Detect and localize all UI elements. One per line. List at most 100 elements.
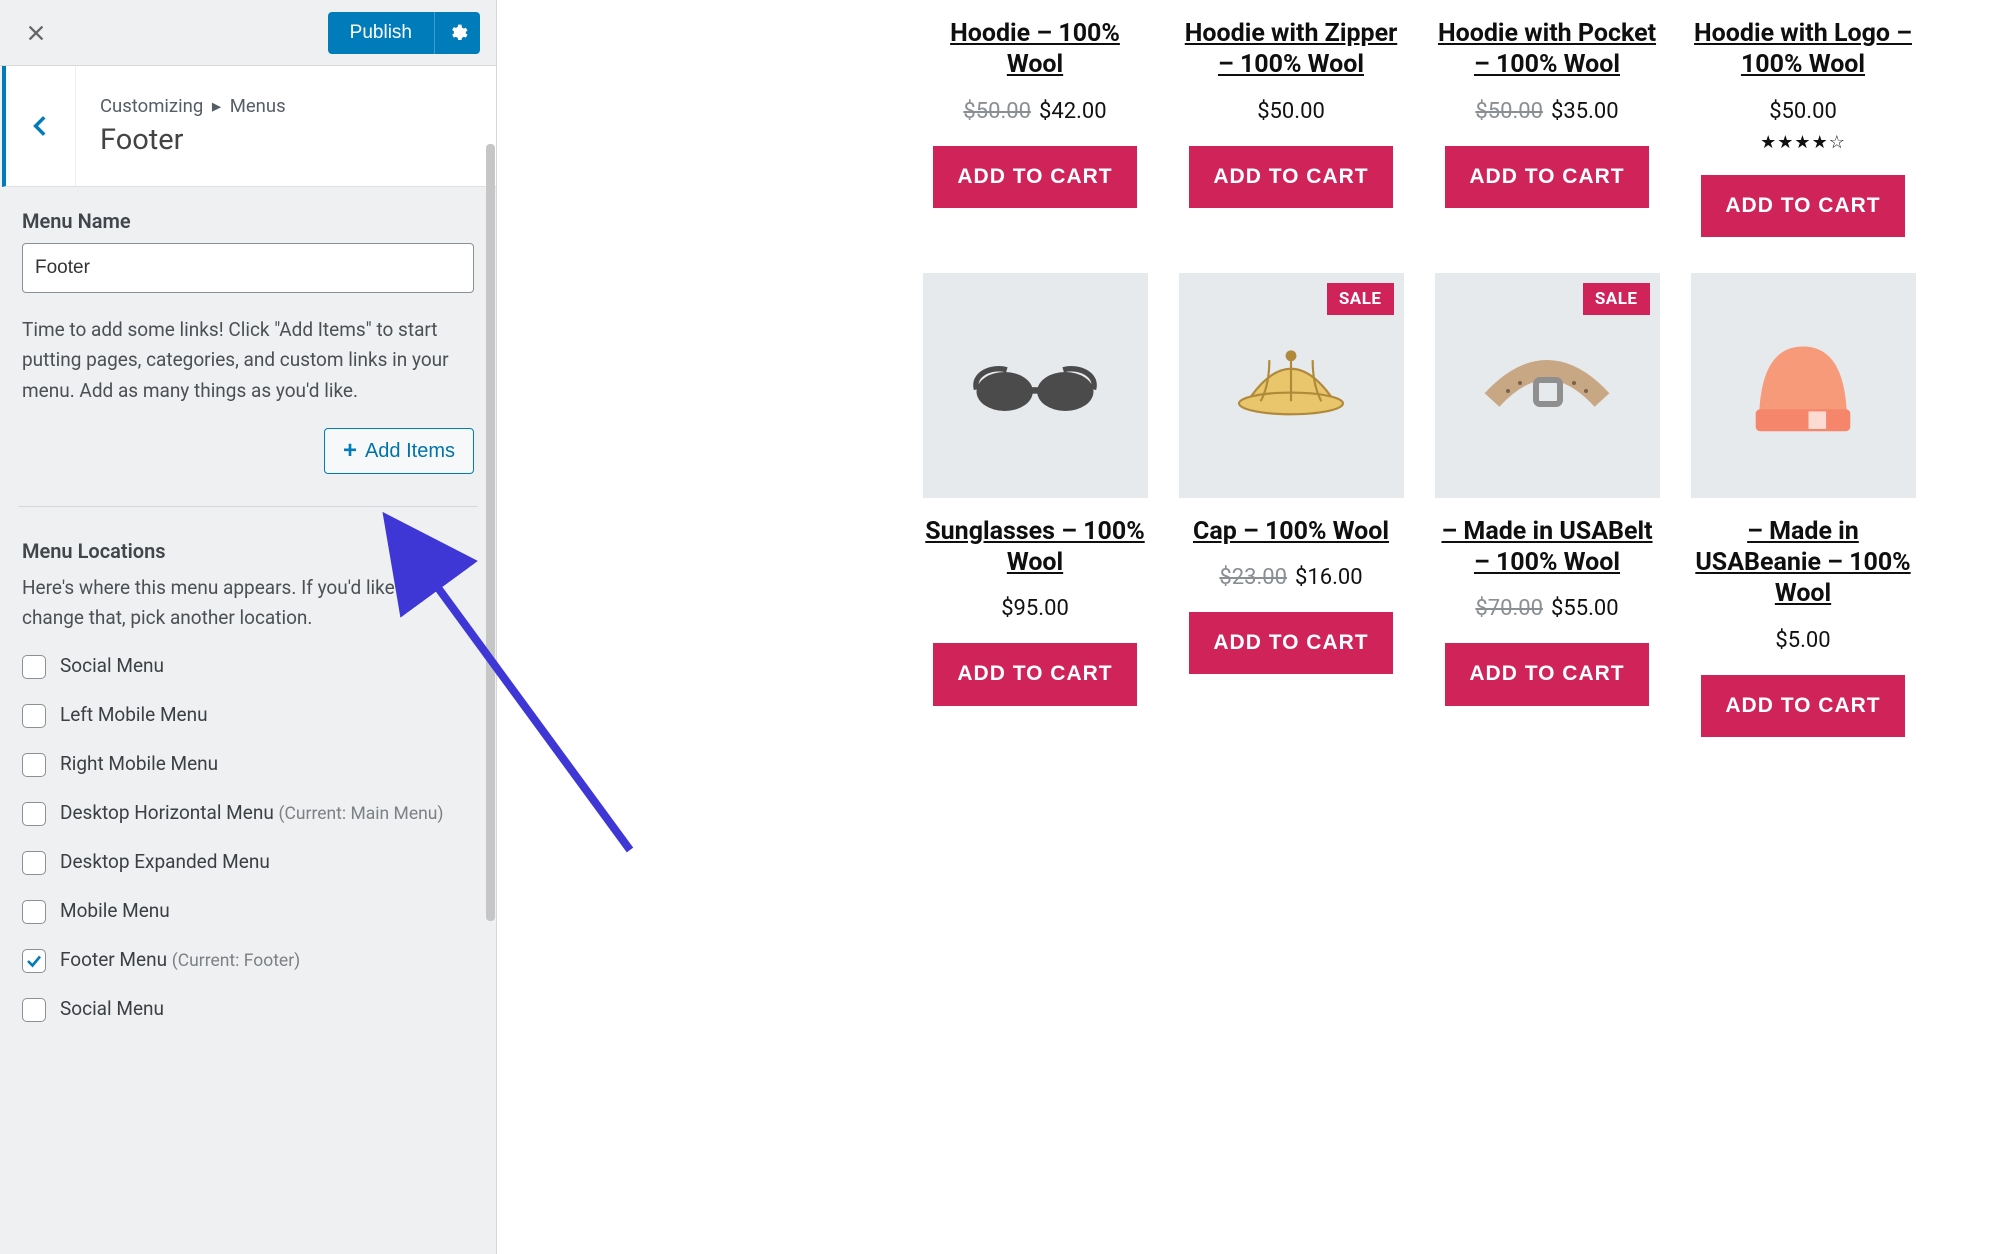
- checkbox[interactable]: [22, 704, 46, 728]
- product-thumbnail[interactable]: SALE: [1179, 273, 1404, 498]
- location-label: Mobile Menu: [60, 899, 170, 922]
- product-card: Hoodie with Zipper – 100% Wool $50.00 ADD …: [1176, 0, 1406, 237]
- add-to-cart-button[interactable]: ADD TO CART: [933, 643, 1136, 705]
- add-items-label: Add Items: [365, 440, 455, 463]
- location-label: Desktop Horizontal Menu (Current: Main M…: [60, 801, 444, 824]
- close-button[interactable]: [16, 13, 56, 53]
- location-checkbox[interactable]: Social Menu: [22, 654, 474, 679]
- add-to-cart-button[interactable]: ADD TO CART: [1189, 146, 1392, 208]
- location-checkbox[interactable]: Mobile Menu: [22, 899, 474, 924]
- checkbox[interactable]: [22, 998, 46, 1022]
- checkbox[interactable]: [22, 753, 46, 777]
- location-checkbox[interactable]: Desktop Expanded Menu: [22, 850, 474, 875]
- add-to-cart-button[interactable]: ADD TO CART: [1189, 612, 1392, 674]
- location-meta: (Current: Main Menu): [279, 804, 444, 824]
- product-title[interactable]: Cap – 100% Wool: [1193, 516, 1389, 547]
- add-to-cart-button[interactable]: ADD TO CART: [933, 146, 1136, 208]
- location-meta: (Current: Footer): [172, 951, 300, 971]
- publish-group: Publish: [328, 12, 480, 54]
- product-thumbnail[interactable]: [923, 273, 1148, 498]
- product-price: $5.00: [1775, 628, 1830, 653]
- product-card: Hoodie with Pocket – 100% Wool $50.00 $35.…: [1432, 0, 1662, 237]
- location-label: Desktop Expanded Menu: [60, 850, 270, 873]
- product-title[interactable]: Hoodie – 100% Wool: [923, 18, 1148, 81]
- product-title[interactable]: – Made in USABeanie – 100% Wool: [1691, 516, 1916, 610]
- old-price: $50.00: [963, 99, 1031, 124]
- checkbox[interactable]: [22, 802, 46, 826]
- old-price: $50.00: [1475, 99, 1543, 124]
- gear-icon: [448, 23, 468, 43]
- chevron-left-icon: [28, 113, 54, 139]
- checkbox[interactable]: [22, 900, 46, 924]
- current-price: $16.00: [1295, 565, 1363, 590]
- product-image-icon: [1738, 330, 1868, 440]
- location-label: Social Menu: [60, 654, 164, 677]
- product-grid: Hoodie – 100% Wool$50.00$42.00ADD TO CAR…: [520, 0, 1999, 737]
- product-card: Sunglasses – 100% Wool $95.00 ADD TO CART: [920, 273, 1150, 737]
- location-label: Right Mobile Menu: [60, 752, 218, 775]
- panel-body: Menu Name Time to add some links! Click …: [0, 187, 496, 1062]
- add-to-cart-button[interactable]: ADD TO CART: [1445, 643, 1648, 705]
- current-price: $50.00: [1257, 99, 1325, 124]
- checkbox[interactable]: [22, 851, 46, 875]
- current-price: $35.00: [1551, 99, 1619, 124]
- add-items-button[interactable]: + Add Items: [324, 428, 474, 474]
- product-title[interactable]: Hoodie with Zipper – 100% Wool: [1179, 18, 1404, 81]
- locations-heading: Menu Locations: [22, 539, 474, 563]
- product-image-icon: [1482, 330, 1612, 440]
- product-card: Hoodie with Logo – 100% Wool $50.00 ★★★★☆ A…: [1688, 0, 1918, 237]
- add-to-cart-button[interactable]: ADD TO CART: [1701, 675, 1904, 737]
- product-price: $95.00: [1001, 596, 1069, 621]
- plus-icon: +: [343, 439, 357, 463]
- product-card: – Made in USABeanie – 100% Wool $5.00 ADD …: [1688, 273, 1918, 737]
- product-price: $50.00 $35.00: [1475, 99, 1618, 124]
- section-title: Footer: [100, 123, 286, 157]
- help-text: Time to add some links! Click "Add Items…: [22, 315, 474, 406]
- location-checkbox[interactable]: Social Menu: [22, 997, 474, 1022]
- product-title[interactable]: Hoodie with Pocket – 100% Wool: [1435, 18, 1660, 81]
- location-label: Left Mobile Menu: [60, 703, 208, 726]
- product-title[interactable]: Hoodie with Logo – 100% Wool: [1691, 18, 1916, 81]
- product-title[interactable]: Sunglasses – 100% Wool: [923, 516, 1148, 579]
- checkbox[interactable]: [22, 949, 46, 973]
- panel-scroll[interactable]: Customizing ▸ Menus Footer Menu Name Tim…: [0, 66, 496, 1254]
- menu-name-label: Menu Name: [22, 209, 474, 233]
- product-image-icon: [1226, 330, 1356, 440]
- location-checkbox[interactable]: Footer Menu (Current: Footer): [22, 948, 474, 973]
- product-card: SALE – Made in USABelt – 100% Wool $70.00$…: [1432, 273, 1662, 737]
- publish-button[interactable]: Publish: [328, 12, 434, 54]
- product-title[interactable]: – Made in USABelt – 100% Wool: [1435, 516, 1660, 579]
- back-button[interactable]: [6, 66, 76, 186]
- product-card: SALE Cap – 100% Wool $23.00 $16.00 ADD TO CA…: [1176, 273, 1406, 737]
- product-price: $50.00: [1769, 99, 1837, 124]
- product-thumbnail[interactable]: [1691, 273, 1916, 498]
- product-price: $70.00$55.00: [1475, 596, 1618, 621]
- scrollbar[interactable]: [484, 144, 496, 1254]
- location-checkbox[interactable]: Desktop Horizontal Menu (Current: Main M…: [22, 801, 474, 826]
- location-label: Footer Menu (Current: Footer): [60, 948, 300, 971]
- current-price: $95.00: [1001, 596, 1069, 621]
- publish-settings-button[interactable]: [434, 12, 480, 54]
- sale-badge: SALE: [1583, 283, 1650, 315]
- checkbox[interactable]: [22, 655, 46, 679]
- preview-pane: Hoodie – 100% Wool$50.00$42.00ADD TO CAR…: [520, 0, 1999, 1254]
- location-checkbox[interactable]: Left Mobile Menu: [22, 703, 474, 728]
- star-rating: ★★★★☆: [1760, 132, 1846, 153]
- close-icon: [25, 22, 47, 44]
- breadcrumb-leaf: Menus: [230, 95, 286, 117]
- product-thumbnail[interactable]: SALE: [1435, 273, 1660, 498]
- breadcrumb-root: Customizing: [100, 95, 203, 117]
- product-price: $50.00: [1257, 99, 1325, 124]
- location-label: Social Menu: [60, 997, 164, 1020]
- location-checkbox[interactable]: Right Mobile Menu: [22, 752, 474, 777]
- customizer-header: Publish: [0, 0, 496, 66]
- customizer-panel: Publish Customizing ▸ Menus Footer Menu …: [0, 0, 497, 1254]
- divider: [18, 506, 478, 507]
- add-to-cart-button[interactable]: ADD TO CART: [1445, 146, 1648, 208]
- add-to-cart-button[interactable]: ADD TO CART: [1701, 175, 1904, 237]
- product-price: $23.00 $16.00: [1219, 565, 1362, 590]
- current-price: $5.00: [1775, 628, 1830, 653]
- menu-name-input[interactable]: [22, 243, 474, 293]
- old-price: $23.00: [1219, 565, 1287, 590]
- locations-list: Social Menu Left Mobile Menu Right Mobil…: [22, 654, 474, 1062]
